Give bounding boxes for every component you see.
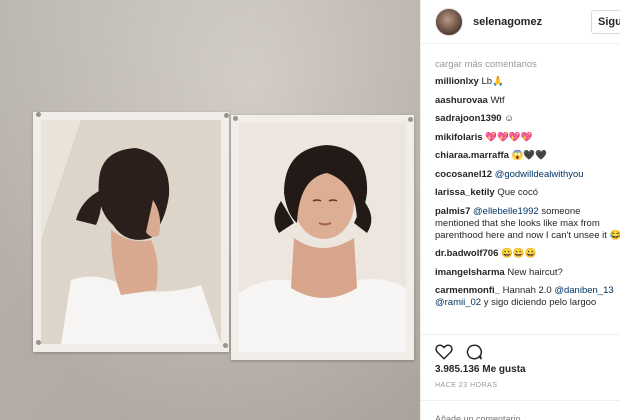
pin: [36, 340, 41, 345]
portrait-profile-image: [41, 120, 221, 344]
comment-mention[interactable]: @ellebelle1992: [473, 206, 539, 217]
add-comment-bar: [421, 400, 620, 420]
comment-text: y sigo diciendo pelo largoo: [483, 297, 597, 308]
comment: sadrajoon1390 ☺: [435, 113, 620, 125]
comment-username[interactable]: palmis7: [435, 206, 470, 217]
comment: carmenmonfi_ Hannah 2.0 @daniben_13 @ram…: [435, 285, 620, 309]
comment-text: New haircut?: [507, 266, 563, 278]
pin: [408, 117, 413, 122]
avatar[interactable]: [435, 7, 463, 36]
comment: palmis7 @ellebelle1992 someone mentioned…: [435, 206, 620, 242]
add-comment-input[interactable]: [435, 414, 605, 420]
follow-button[interactable]: Siguie: [591, 10, 620, 34]
comment-bubble-icon[interactable]: [465, 343, 483, 361]
photo-print-right: [231, 115, 414, 360]
comment-mention[interactable]: @daniben_13: [554, 285, 613, 296]
pin: [36, 112, 41, 117]
comment-text: 😱🖤🖤: [511, 150, 548, 161]
comment-username[interactable]: larissa_ketily: [435, 187, 495, 198]
comment: aashurovaa Wtf: [435, 95, 620, 107]
comment-username[interactable]: carmenmonfi_: [435, 285, 500, 296]
post-actions-bar: [421, 334, 620, 364]
pin: [233, 116, 238, 121]
comment-username[interactable]: aashurovaa: [435, 95, 488, 106]
post-timestamp: HACE 23 HORAS: [435, 382, 498, 389]
post-header: selenagomez Siguie: [421, 0, 620, 44]
comment-text: Lb🙏: [481, 76, 504, 87]
load-more-comments-link[interactable]: cargar más comentarios: [435, 59, 608, 70]
comment: chiaraa.marraffa 😱🖤🖤: [435, 150, 620, 162]
portrait-front-image: [239, 123, 406, 352]
comment: mikifolaris 💖💖💖💖: [435, 132, 620, 144]
pin: [223, 343, 228, 348]
comment: millionlxy Lb🙏: [435, 76, 620, 88]
comment-username[interactable]: cocosanel12: [435, 169, 492, 180]
comment: larissa_ketily Que cocó: [435, 187, 620, 199]
comment: imangelsharma New haircut?: [435, 267, 620, 279]
comment-username[interactable]: millionlxy: [435, 76, 479, 87]
post-side-panel: selenagomez Siguie cargar más comentario…: [420, 0, 620, 420]
post-photo[interactable]: [0, 0, 420, 420]
username-link[interactable]: selenagomez: [473, 16, 542, 28]
comment-text: 😀😀😀: [501, 248, 537, 259]
comment-text: 💖💖💖💖: [485, 131, 533, 143]
comment-username[interactable]: chiaraa.marraffa: [435, 150, 509, 161]
heart-icon[interactable]: [435, 343, 453, 361]
comment-username[interactable]: dr.badwolf706: [435, 248, 498, 259]
comment-username[interactable]: imangelsharma: [435, 267, 505, 278]
photo-print-left: [33, 112, 229, 352]
likes-count[interactable]: 3.985.136 Me gusta: [435, 364, 526, 375]
comments-list: cargar más comentarios millionlxy Lb🙏 aa…: [421, 44, 620, 309]
comment: cocosanel12 @godwilldealwithyou: [435, 169, 620, 181]
comment-text: Que cocó: [497, 187, 538, 198]
comment-username[interactable]: mikifolaris: [435, 132, 483, 143]
comment: dr.badwolf706 😀😀😀: [435, 248, 620, 260]
comment-mention[interactable]: @ramii_02: [435, 297, 481, 308]
comment-mention[interactable]: @godwilldealwithyou: [495, 169, 584, 180]
comment-text: Wtf: [490, 94, 505, 106]
comment-text: ☺: [504, 113, 514, 124]
comment-text: Hannah 2.0: [502, 285, 552, 296]
pin: [224, 113, 229, 118]
comment-username[interactable]: sadrajoon1390: [435, 113, 502, 124]
